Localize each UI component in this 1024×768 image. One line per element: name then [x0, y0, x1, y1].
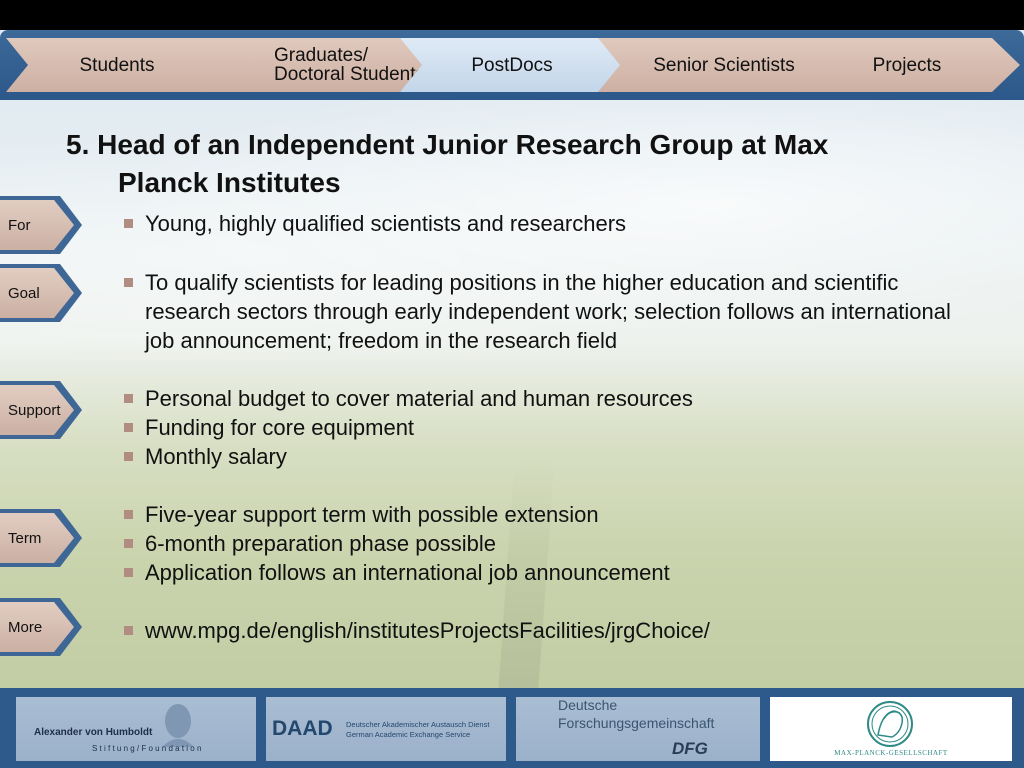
mpg-logo[interactable]: MAX-PLANCK-GESELLSCHAFT [770, 697, 1012, 761]
nav-tab-label: Students [79, 54, 155, 76]
bullet-square-icon [124, 219, 133, 228]
footer-logo-bar: Alexander von Humboldt S t i f t u n g /… [0, 688, 1024, 768]
nav-tab-projects[interactable]: Projects [796, 38, 1020, 92]
title-line2: Planck Institutes [118, 167, 341, 198]
bullet-square-icon [124, 394, 133, 403]
humboldt-name: Alexander von Humboldt [34, 727, 153, 738]
nav-tab-postdocs[interactable]: PostDocs [400, 38, 626, 92]
daad-line2: German Academic Exchange Service [346, 730, 471, 739]
dfg-line1: Deutsche [558, 697, 618, 713]
side-tab-for[interactable]: For [0, 196, 82, 254]
daad-logo[interactable]: DAAD Deutscher Akademischer Austausch Di… [266, 697, 506, 761]
side-tab-label: Term [0, 513, 74, 563]
slide-background: Students Graduates/ Doctoral Students Po… [0, 30, 1024, 768]
top-nav: Students Graduates/ Doctoral Students Po… [0, 30, 1024, 100]
bullet-square-icon [124, 278, 133, 287]
bullet-item: To qualify scientists for leading positi… [124, 268, 984, 355]
side-tab-label: Goal [0, 268, 74, 318]
side-tab-label: More [0, 602, 74, 652]
side-tab-more[interactable]: More [0, 598, 82, 656]
side-tab-support[interactable]: Support [0, 381, 82, 439]
side-tab-goal[interactable]: Goal [0, 264, 82, 322]
dfg-line2: Forschungsgemeinschaft [558, 715, 715, 731]
dfg-logo[interactable]: Deutsche Forschungsgemeinschaft DFG [516, 697, 760, 761]
bullet-square-icon [124, 423, 133, 432]
bullet-square-icon [124, 510, 133, 519]
bullet-item: Monthly salary [124, 442, 994, 471]
bullet-square-icon [124, 568, 133, 577]
daad-line1: Deutscher Akademischer Austausch Dienst [346, 720, 490, 729]
nav-tab-graduates[interactable]: Graduates/ Doctoral Students [202, 38, 428, 92]
bullet-item: www.mpg.de/english/institutesProjectsFac… [124, 616, 994, 645]
bullet-item: Five-year support term with possible ext… [124, 500, 994, 529]
title-number: 5. [66, 129, 90, 160]
nav-tab-label: Projects [872, 54, 942, 76]
bullet-square-icon [124, 626, 133, 635]
nav-tab-label: PostDocs [471, 54, 553, 76]
bullet-item: Personal budget to cover material and hu… [124, 384, 994, 413]
slide-title: 5. Head of an Independent Junior Researc… [66, 126, 966, 202]
daad-abbr: DAAD [272, 717, 333, 740]
dfg-abbr: DFG [672, 739, 708, 758]
humboldt-logo[interactable]: Alexander von Humboldt S t i f t u n g /… [16, 697, 256, 761]
nav-tab-students[interactable]: Students [6, 38, 230, 92]
mpg-name: MAX-PLANCK-GESELLSCHAFT [834, 749, 948, 757]
humboldt-sub: S t i f t u n g / F o u n d a t i o n [92, 744, 202, 753]
mpg-link[interactable]: www.mpg.de/english/institutesProjectsFac… [145, 618, 710, 643]
title-line1: Head of an Independent Junior Research G… [97, 129, 829, 160]
bullet-item: Young, highly qualified scientists and r… [124, 209, 994, 238]
side-tab-label: Support [0, 385, 74, 435]
nav-tab-senior-scientists[interactable]: Senior Scientists [598, 38, 824, 92]
side-tab-label: For [0, 200, 74, 250]
bullet-square-icon [124, 539, 133, 548]
bullet-item: Funding for core equipment [124, 413, 994, 442]
nav-tab-label: Graduates/ Doctoral Students [274, 45, 426, 85]
bullet-item: Application follows an international job… [124, 558, 994, 587]
nav-tab-label: Senior Scientists [653, 54, 795, 76]
side-tab-term[interactable]: Term [0, 509, 82, 567]
bullet-item: 6-month preparation phase possible [124, 529, 994, 558]
bullet-square-icon [124, 452, 133, 461]
